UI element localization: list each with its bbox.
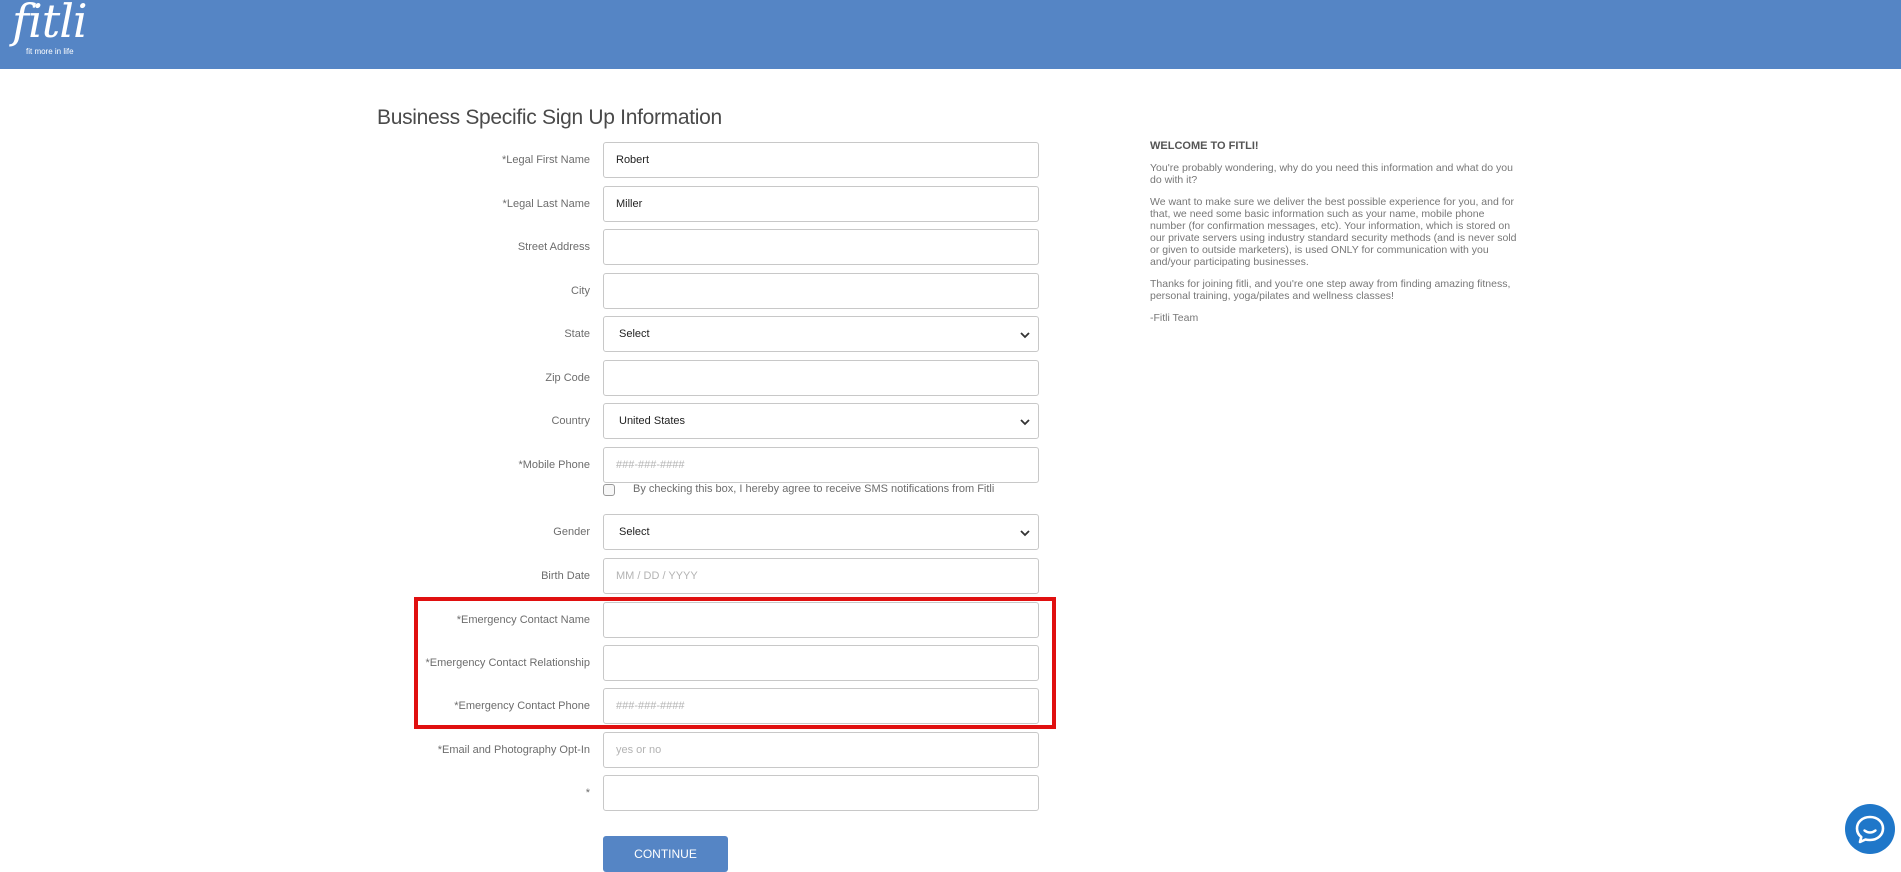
city-label: City bbox=[571, 285, 590, 297]
street-address-label: Street Address bbox=[517, 241, 590, 253]
sms-consent-row: By checking this box, I hereby agree to … bbox=[603, 482, 1103, 502]
state-label: State bbox=[564, 328, 590, 340]
welcome-signoff: -Fitli Team bbox=[1150, 312, 1199, 324]
logo-wordmark: fitli bbox=[12, 0, 88, 48]
welcome-paragraph-1: You're probably wondering, why do you ne… bbox=[1150, 162, 1513, 186]
country-selected-value: United States bbox=[619, 415, 686, 427]
fitli-logo[interactable]: fitli fit more in life bbox=[12, 0, 88, 56]
city-row: City bbox=[0, 273, 1060, 309]
sms-consent-checkbox[interactable] bbox=[603, 484, 615, 496]
chat-bubble-icon bbox=[1855, 815, 1885, 844]
zip-code-label: Zip Code bbox=[545, 372, 590, 384]
welcome-paragraph-2: We want to make sure we deliver the best… bbox=[1150, 196, 1517, 268]
welcome-title: WELCOME TO FITLI! bbox=[1150, 140, 1259, 152]
welcome-paragraph-3: Thanks for joining fitli, and you're one… bbox=[1150, 278, 1511, 302]
state-row: State Select bbox=[0, 316, 1060, 352]
gender-selected-value: Select bbox=[619, 526, 650, 538]
gender-row: Gender Select bbox=[0, 514, 1060, 550]
header-bar: fitli fit more in life bbox=[0, 0, 1901, 69]
last-name-input[interactable] bbox=[603, 186, 1039, 222]
chat-button[interactable] bbox=[1845, 804, 1895, 854]
gender-select[interactable]: Select bbox=[603, 514, 1039, 550]
chevron-down-icon bbox=[1020, 332, 1030, 339]
chevron-down-icon bbox=[1020, 419, 1030, 426]
emergency-contact-highlight bbox=[414, 597, 1056, 729]
last-name-label: *Legal Last Name bbox=[502, 198, 590, 210]
extra-field-label: * bbox=[585, 787, 590, 799]
zip-code-input[interactable] bbox=[603, 360, 1039, 396]
mobile-phone-input[interactable] bbox=[603, 447, 1039, 483]
last-name-row: *Legal Last Name bbox=[0, 186, 1060, 222]
welcome-panel: WELCOME TO FITLI! You're probably wonder… bbox=[1150, 140, 1520, 334]
opt-in-input[interactable] bbox=[603, 732, 1039, 768]
opt-in-row: *Email and Photography Opt-In bbox=[0, 732, 1060, 768]
country-label: Country bbox=[551, 415, 590, 427]
sms-consent-label: By checking this box, I hereby agree to … bbox=[633, 483, 995, 495]
country-select[interactable]: United States bbox=[603, 403, 1039, 439]
first-name-input[interactable] bbox=[603, 142, 1039, 178]
birth-date-row: Birth Date bbox=[0, 558, 1060, 594]
opt-in-label: *Email and Photography Opt-In bbox=[437, 744, 590, 756]
mobile-phone-label: *Mobile Phone bbox=[518, 459, 590, 471]
state-select[interactable]: Select bbox=[603, 316, 1039, 352]
first-name-row: *Legal First Name bbox=[0, 142, 1060, 178]
first-name-label: *Legal First Name bbox=[501, 154, 590, 166]
country-row: Country United States bbox=[0, 403, 1060, 439]
extra-field-input[interactable] bbox=[603, 775, 1039, 811]
birth-date-label: Birth Date bbox=[541, 570, 590, 582]
city-input[interactable] bbox=[603, 273, 1039, 309]
extra-field-row: * bbox=[0, 775, 1060, 811]
page-title: Business Specific Sign Up Information bbox=[377, 106, 722, 130]
gender-label: Gender bbox=[553, 526, 590, 538]
chevron-down-icon bbox=[1020, 530, 1030, 537]
street-address-input[interactable] bbox=[603, 229, 1039, 265]
birth-date-input[interactable] bbox=[603, 558, 1039, 594]
logo-tagline: fit more in life bbox=[26, 47, 74, 56]
state-selected-value: Select bbox=[619, 328, 650, 340]
zip-code-row: Zip Code bbox=[0, 360, 1060, 396]
street-address-row: Street Address bbox=[0, 229, 1060, 265]
mobile-phone-row: *Mobile Phone bbox=[0, 447, 1060, 483]
